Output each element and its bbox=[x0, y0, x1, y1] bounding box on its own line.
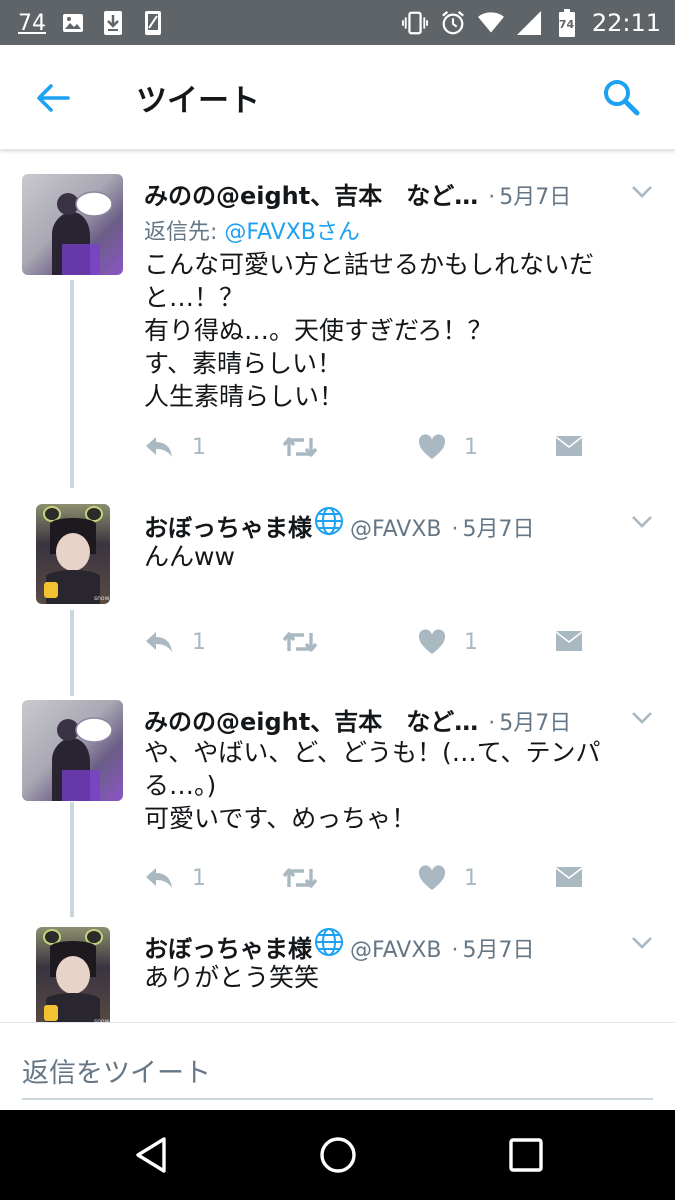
tweet-actions: 1 1 bbox=[144, 863, 594, 893]
reply-to-line: 返信先: @FAVXBさん bbox=[144, 214, 360, 246]
reply-count: 1 bbox=[192, 629, 206, 655]
chevron-down-icon[interactable] bbox=[631, 184, 653, 198]
clock: 22:11 bbox=[591, 9, 661, 37]
display-name[interactable]: みのの@eight、吉本 など… bbox=[144, 176, 478, 211]
wifi-icon bbox=[477, 10, 504, 36]
like-button[interactable]: 1 bbox=[418, 627, 478, 657]
battery-level: 74 bbox=[558, 18, 575, 31]
avatar[interactable] bbox=[22, 700, 123, 801]
tweet-actions: 1 1 bbox=[144, 627, 594, 657]
display-name[interactable]: おぼっちゃま様 bbox=[144, 508, 312, 543]
tweet-date[interactable]: 5月7日 bbox=[499, 179, 571, 211]
tweet-text: ありがとう笑笑 bbox=[144, 963, 320, 992]
tweet-actions: 1 1 bbox=[144, 432, 594, 462]
tweet-header: みのの@eight、吉本 など… · 5月7日 bbox=[144, 176, 571, 211]
download-icon bbox=[100, 10, 126, 36]
reply-button[interactable]: 1 bbox=[144, 863, 206, 893]
direct-message-button[interactable] bbox=[554, 863, 584, 893]
page-title: ツイート bbox=[136, 83, 260, 119]
like-count: 1 bbox=[464, 865, 478, 891]
tweet-text: んんww bbox=[144, 542, 235, 571]
tweet[interactable]: みのの@eight、吉本 など… · 5月7日 返信先: @FAVXBさん こん… bbox=[0, 150, 675, 480]
reply-input[interactable]: 返信をツイート bbox=[22, 1051, 211, 1090]
battery-icon: 74 bbox=[554, 9, 580, 37]
back-triangle-icon[interactable] bbox=[132, 1135, 172, 1175]
reply-button[interactable]: 1 bbox=[144, 432, 206, 462]
tweet[interactable]: snow おぼっちゃま様 @FAVXB · 5月7日 ありがとう笑笑 bbox=[0, 915, 675, 1022]
search-icon[interactable] bbox=[601, 77, 641, 117]
direct-message-button[interactable] bbox=[554, 627, 584, 657]
alarm-icon bbox=[440, 10, 466, 36]
chevron-down-icon[interactable] bbox=[631, 935, 653, 949]
globe-icon bbox=[314, 506, 344, 536]
tweet-header: おぼっちゃま様 @FAVXB · 5月7日 bbox=[144, 927, 535, 964]
signal-icon bbox=[516, 10, 542, 36]
like-button[interactable]: 1 bbox=[418, 863, 478, 893]
phone-icon bbox=[140, 10, 166, 36]
svg-text:snow: snow bbox=[94, 595, 110, 602]
display-name[interactable]: みのの@eight、吉本 など… bbox=[144, 702, 478, 737]
retweet-button[interactable] bbox=[282, 627, 318, 657]
chevron-down-icon[interactable] bbox=[631, 710, 653, 724]
tweet-header: おぼっちゃま様 @FAVXB · 5月7日 bbox=[144, 506, 535, 543]
globe-icon bbox=[314, 927, 344, 957]
back-arrow-icon[interactable] bbox=[34, 79, 72, 117]
status-bar: 74 74 22:11 bbox=[0, 0, 675, 45]
reply-to-mention[interactable]: @FAVXBさん bbox=[224, 220, 360, 245]
reply-button[interactable]: 1 bbox=[144, 627, 206, 657]
like-button[interactable]: 1 bbox=[418, 432, 478, 462]
tweet-date[interactable]: 5月7日 bbox=[463, 511, 535, 543]
direct-message-button[interactable] bbox=[554, 432, 584, 462]
tweet-date[interactable]: 5月7日 bbox=[463, 932, 535, 964]
avatar[interactable]: snow bbox=[36, 927, 110, 1022]
tweet-header: みのの@eight、吉本 など… · 5月7日 bbox=[144, 702, 571, 737]
tweet[interactable]: snow おぼっちゃま様 @FAVXB · 5月7日 んんww 1 1 bbox=[0, 490, 675, 685]
display-name[interactable]: おぼっちゃま様 bbox=[144, 929, 312, 964]
user-handle[interactable]: @FAVXB bbox=[350, 517, 442, 542]
home-circle-icon[interactable] bbox=[318, 1135, 358, 1175]
reply-count: 1 bbox=[192, 434, 206, 460]
user-handle[interactable]: @FAVXB bbox=[350, 938, 442, 963]
tweet-date[interactable]: 5月7日 bbox=[499, 705, 571, 737]
conversation-thread: みのの@eight、吉本 など… · 5月7日 返信先: @FAVXBさん こん… bbox=[0, 150, 675, 1022]
reply-composer[interactable]: 返信をツイート bbox=[0, 1022, 675, 1110]
image-icon bbox=[60, 10, 86, 36]
notification-count: 74 bbox=[18, 10, 46, 36]
chevron-down-icon[interactable] bbox=[631, 514, 653, 528]
avatar[interactable] bbox=[22, 174, 123, 275]
like-count: 1 bbox=[464, 629, 478, 655]
navigation-bar bbox=[0, 1110, 675, 1200]
vibrate-icon bbox=[401, 10, 428, 36]
reply-to-label: 返信先: bbox=[144, 220, 225, 245]
recents-square-icon[interactable] bbox=[506, 1135, 546, 1175]
tweet-text: こんな可愛い方と話せるかもしれないだ と…！？ 有り得ぬ…。天使すぎだろ！？ す… bbox=[144, 250, 595, 411]
retweet-button[interactable] bbox=[282, 863, 318, 893]
tweet[interactable]: みのの@eight、吉本 など… · 5月7日 や、やばい、ど、どうも！(…て、… bbox=[0, 690, 675, 910]
retweet-button[interactable] bbox=[282, 432, 318, 462]
avatar[interactable]: snow bbox=[36, 504, 110, 604]
reply-count: 1 bbox=[192, 865, 206, 891]
app-bar: ツイート bbox=[0, 45, 675, 150]
tweet-text: や、やばい、ど、どうも！(…て、テンパ る…。) 可愛いです、めっちゃ！ bbox=[144, 738, 601, 833]
input-underline bbox=[22, 1098, 653, 1100]
like-count: 1 bbox=[464, 434, 478, 460]
